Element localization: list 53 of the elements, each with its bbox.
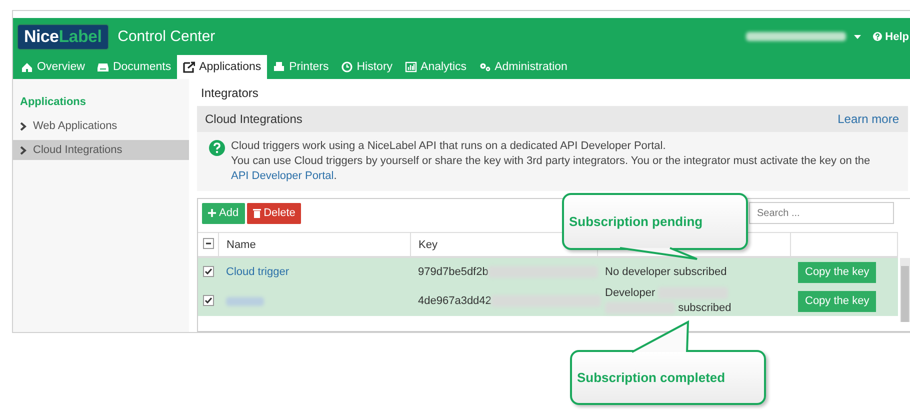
add-button[interactable]: Add <box>202 202 245 224</box>
clock-icon <box>340 61 353 73</box>
bar-chart-icon <box>404 61 417 73</box>
logo: NiceLabel <box>17 24 109 50</box>
nav-tab[interactable]: Administration <box>472 55 574 79</box>
caret-icon[interactable] <box>854 34 862 38</box>
chevron-icon <box>20 122 27 130</box>
nav-tab[interactable]: Applications <box>177 55 268 79</box>
external-link-icon <box>183 61 196 73</box>
delete-button[interactable]: Delete <box>246 202 302 224</box>
home-icon <box>21 61 33 73</box>
nav-tab[interactable]: Documents <box>90 55 178 79</box>
page-title: Integrators <box>200 85 260 102</box>
sidebar-item[interactable]: Cloud Integrations <box>13 140 189 160</box>
status-text: subscribed <box>678 302 732 314</box>
copy-key-button[interactable]: Copy the key <box>798 262 876 282</box>
copy-key-button[interactable]: Copy the key <box>798 290 876 312</box>
search-field[interactable]: Search ... <box>749 202 894 224</box>
row-checkbox[interactable] <box>203 294 214 306</box>
developer-portal-link[interactable]: API Developer Portal <box>231 170 334 182</box>
app-title: Control Center <box>118 28 216 45</box>
trigger-name-link[interactable]: Cloud trigger <box>226 266 289 278</box>
help-link[interactable]: Help <box>873 30 909 42</box>
callout-text: Subscription pending <box>569 214 703 229</box>
callout-text: Subscription completed <box>577 370 726 385</box>
check-icon <box>204 296 213 304</box>
status-text: Developer <box>605 287 656 299</box>
check-icon <box>204 266 213 276</box>
scrollbar[interactable] <box>900 258 910 322</box>
column-header: Name <box>218 232 410 257</box>
sidebar-heading: Applications <box>19 95 88 110</box>
blurred-name <box>226 296 264 306</box>
nav-tab[interactable]: History <box>334 55 399 79</box>
row-checkbox[interactable] <box>203 266 214 276</box>
select-all-checkbox[interactable] <box>203 238 214 249</box>
key-text: 979d7be5df2b <box>418 266 488 278</box>
chevron-icon <box>20 146 27 154</box>
printer-icon <box>273 61 286 73</box>
question-icon <box>209 140 225 156</box>
key-text: 4de967a3dd42 <box>418 294 492 307</box>
plus-icon <box>208 209 216 217</box>
nav-tab[interactable]: Analytics <box>398 55 473 79</box>
trash-icon <box>252 208 261 218</box>
section-title: Cloud Integrations <box>205 112 302 126</box>
status-text: No developer subscribed <box>605 266 727 278</box>
tray-icon <box>96 61 109 73</box>
sidebar-item[interactable]: Web Applications <box>13 116 189 136</box>
gears-icon <box>478 61 491 73</box>
info-text: Cloud triggers work using a NiceLabel API that runs on a dedicated API Developer Portal. You can use Cloud triggers by yourself or share the key with 3rd party integrators. You or the integrator must activate the key on the API Developer Portal. <box>231 139 872 184</box>
nav-tab[interactable]: Printers <box>267 55 335 79</box>
learn-more-link[interactable]: Learn more <box>838 112 899 126</box>
nav-tab[interactable]: Overview <box>15 55 91 79</box>
help-icon <box>873 32 882 41</box>
